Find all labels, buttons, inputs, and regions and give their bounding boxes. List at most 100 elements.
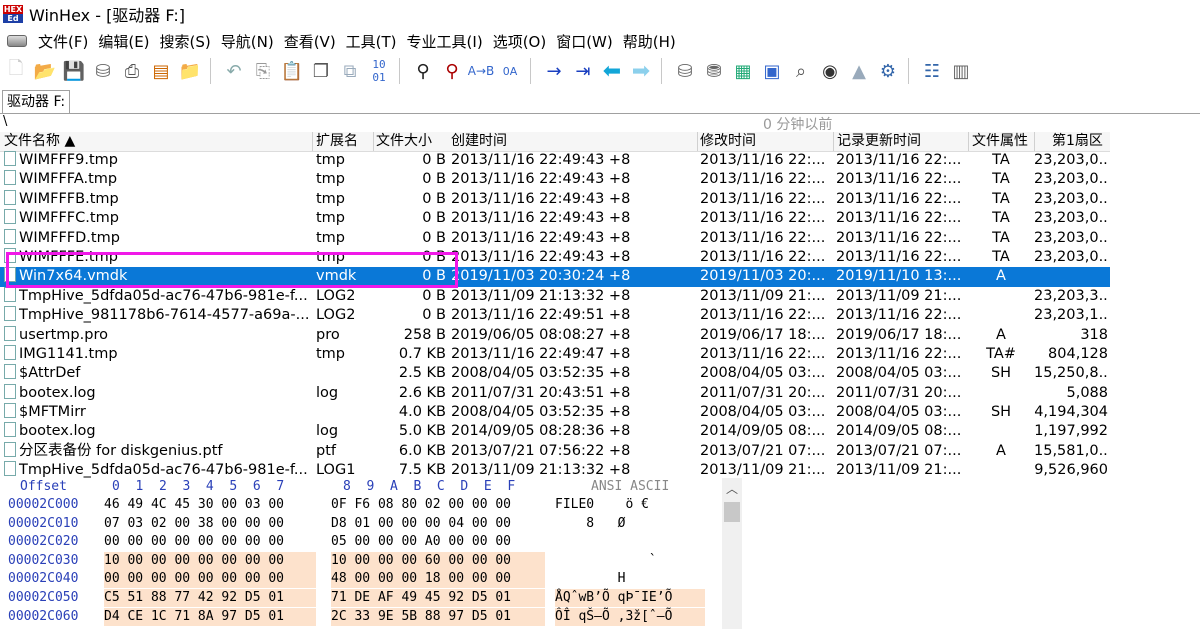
column-header-attr[interactable]: 文件属性 xyxy=(972,132,1028,151)
file-row[interactable]: usertmp.pro pro 258 B 2019/06/05 08:08:27 +… xyxy=(0,325,1110,345)
menu-tools[interactable]: 工具(T) xyxy=(341,31,402,52)
table-view-icon[interactable]: ☷ xyxy=(919,58,945,84)
drive-icon[interactable]: ⛁ xyxy=(90,58,116,84)
hex-scrollbar[interactable]: ︿ xyxy=(722,478,742,629)
column-divider[interactable] xyxy=(697,132,698,151)
menu-navigation[interactable]: 导航(N) xyxy=(216,31,279,52)
file-row[interactable]: TmpHive_981178b6-7614-4577-a69a-... LOG2 0… xyxy=(0,306,1110,325)
forward-icon[interactable]: ➡ xyxy=(628,58,654,84)
ascii-mode-label[interactable]: ANSI ASCII xyxy=(555,478,705,496)
column-divider[interactable] xyxy=(373,132,374,151)
replace-hex-icon[interactable]: 0A xyxy=(497,58,523,84)
file-row[interactable]: WIMFFFD.tmp tmp 0 B 2013/11/16 22:49:43 +8 2… xyxy=(0,228,1110,248)
column-header-ext[interactable]: 扩展名 xyxy=(316,132,358,151)
hex-bytes-low[interactable]: 10 00 00 00 00 00 00 00 xyxy=(104,551,316,570)
scroll-up-icon[interactable]: ︿ xyxy=(722,480,742,496)
file-row[interactable]: WIMFFF9.tmp tmp 0 B 2013/11/16 22:49:43 +8 2… xyxy=(0,151,1110,170)
file-row[interactable]: WIMFFFA.tmp tmp 0 B 2013/11/16 22:49:43 +8 2… xyxy=(0,170,1110,189)
file-row[interactable]: $MFTMirr 4.0 KB 2008/04/05 03:52:35 +8 2008… xyxy=(0,403,1110,422)
hex-bytes-low[interactable]: 00 00 00 00 00 00 00 00 xyxy=(104,570,316,589)
column-header-name[interactable]: 文件名称 ▲ xyxy=(4,132,75,151)
hex-ascii-text[interactable]: ÔÎ qŠ—Õ ,3ž[ˆ—Õ xyxy=(555,607,705,626)
clone-disk-icon[interactable]: ⛃ xyxy=(701,58,727,84)
replace-text-icon[interactable]: A→B xyxy=(468,58,495,84)
goto-offset-icon[interactable]: → xyxy=(541,58,567,84)
hex-bytes-high[interactable]: 05 00 00 00 A0 00 00 00 xyxy=(331,533,545,551)
hex-bytes-high[interactable]: 0F F6 08 80 02 00 00 00 xyxy=(331,496,545,514)
menu-options[interactable]: 选项(O) xyxy=(488,31,552,52)
menu-window[interactable]: 窗口(W) xyxy=(551,31,618,52)
menu-search[interactable]: 搜索(S) xyxy=(155,31,216,52)
hex-ascii-text[interactable]: ` xyxy=(555,552,705,570)
open-folder-icon[interactable]: 📂 xyxy=(32,58,58,84)
menu-view[interactable]: 查看(V) xyxy=(279,31,341,52)
goto-sector-icon[interactable]: ⇥ xyxy=(570,58,596,84)
copy-icon[interactable]: ⎘ xyxy=(250,58,276,84)
hex-bytes-low[interactable]: D4 CE 1C 71 8A 97 D5 01 xyxy=(104,607,316,626)
properties-icon[interactable]: ▤ xyxy=(148,58,174,84)
scroll-thumb[interactable] xyxy=(724,502,740,522)
search-magnifier-icon[interactable]: ⌕ xyxy=(788,58,814,84)
hex-bytes-high[interactable]: 10 00 00 00 60 00 00 00 xyxy=(331,551,545,570)
camera-icon[interactable]: ◉ xyxy=(817,58,843,84)
hex-bytes-low[interactable]: 00 00 00 00 00 00 00 00 xyxy=(104,533,316,551)
menu-file[interactable]: 文件(F) xyxy=(33,31,93,52)
column-header-size[interactable]: 文件大小 xyxy=(376,132,432,151)
file-first-sector: 23,203,0... xyxy=(1034,171,1108,188)
file-row[interactable]: IMG1141.tmp tmp 0.7 KB 2013/11/16 22:49:47 … xyxy=(0,344,1110,364)
hex-offset: 00002C010 xyxy=(8,515,79,531)
hex-ascii-text[interactable]: 8 Ø xyxy=(555,515,705,533)
hex-bytes-high[interactable]: 2C 33 9E 5B 88 97 D5 01 xyxy=(331,607,545,626)
find-hex-icon[interactable]: ⚲ xyxy=(439,58,465,84)
column-divider[interactable] xyxy=(968,132,969,151)
column-divider[interactable] xyxy=(833,132,834,151)
hex-bytes-high[interactable]: 48 00 00 00 18 00 00 00 xyxy=(331,570,545,589)
file-first-sector: 15,250,8... xyxy=(1034,365,1108,382)
file-row[interactable]: TmpHive_5dfda05d-ac76-47b6-981e-f... LOG2… xyxy=(0,286,1110,306)
column-header-created[interactable]: 创建时间 xyxy=(451,132,507,151)
hex-ascii-text[interactable]: FILE0 ö € xyxy=(555,496,705,514)
file-modified: 2013/11/16 22:... xyxy=(700,248,826,265)
hex-bytes-low[interactable]: 07 03 02 00 38 00 00 00 xyxy=(104,515,316,533)
hex-bytes-low[interactable]: 46 49 4C 45 30 00 03 00 xyxy=(104,496,316,514)
file-row[interactable]: bootex.log log 2.6 KB 2011/07/31 20:43:51 +… xyxy=(0,383,1110,403)
hex-bytes-high[interactable]: D8 01 00 00 00 04 00 00 xyxy=(331,515,545,533)
print-icon[interactable]: ⎙ xyxy=(119,58,145,84)
column-divider[interactable] xyxy=(1034,132,1035,151)
file-row[interactable]: bootex.log log 5.0 KB 2014/09/05 08:28:36 +… xyxy=(0,422,1110,441)
open-folder-2-icon[interactable]: 📁 xyxy=(177,58,203,84)
file-row[interactable]: WIMFFFB.tmp tmp 0 B 2013/11/16 22:49:43 +8 2… xyxy=(0,189,1110,209)
column-divider[interactable] xyxy=(312,132,313,151)
find-icon[interactable]: ⚲ xyxy=(410,58,436,84)
paste-special-icon[interactable]: ❐ xyxy=(308,58,334,84)
file-row[interactable]: WIMFFFC.tmp tmp 0 B 2013/11/16 22:49:43 +8 2… xyxy=(0,209,1110,228)
hex-ascii-text[interactable]: ÅQˆwB’Õ qÞ¯IE’Õ xyxy=(555,589,705,607)
menu-pro-tools[interactable]: 专业工具(I) xyxy=(402,31,488,52)
image-icon[interactable]: ▲ xyxy=(846,58,872,84)
column-header-updated[interactable]: 记录更新时间 xyxy=(837,132,921,151)
file-row[interactable]: 分区表备份 for diskgenius.ptf ptf 6.0 KB 2013/07… xyxy=(0,441,1110,461)
hex-ascii-text[interactable]: H xyxy=(555,570,705,588)
ram-icon[interactable]: ▦ xyxy=(730,58,756,84)
hex-bytes-high[interactable]: 71 DE AF 49 45 92 D5 01 xyxy=(331,589,545,607)
settings-icon[interactable]: ⚙ xyxy=(875,58,901,84)
back-icon[interactable]: ⬅ xyxy=(599,58,625,84)
undo-icon[interactable]: ↶ xyxy=(221,58,247,84)
menu-help[interactable]: 帮助(H) xyxy=(618,31,681,52)
menu-edit[interactable]: 编辑(E) xyxy=(93,31,154,52)
open-disk-icon[interactable]: ⛁ xyxy=(672,58,698,84)
calculator-icon[interactable]: ▣ xyxy=(759,58,785,84)
save-icon[interactable]: 💾 xyxy=(61,58,87,84)
column-header-modified[interactable]: 修改时间 xyxy=(700,132,756,151)
hex-convert-icon[interactable]: 10 01 xyxy=(366,58,392,84)
drive-menu-icon[interactable] xyxy=(7,35,27,47)
file-row[interactable]: $AttrDef 2.5 KB 2008/04/05 03:52:35 +8 2008… xyxy=(0,364,1110,383)
column-header-sector[interactable]: 第1扇区 xyxy=(1052,132,1103,151)
file-updated: 2014/09/05 08:... xyxy=(836,423,962,440)
paste-icon[interactable]: 📋 xyxy=(279,58,305,84)
tab-drive-f[interactable]: 驱动器 F: xyxy=(2,90,71,113)
hex-bytes-low[interactable]: C5 51 88 77 42 92 D5 01 xyxy=(104,589,316,607)
panel-view-icon[interactable]: ▥ xyxy=(948,58,974,84)
new-file-icon[interactable]: 🗋 xyxy=(3,58,29,84)
copy-block-icon[interactable]: ⧉ xyxy=(337,58,363,84)
